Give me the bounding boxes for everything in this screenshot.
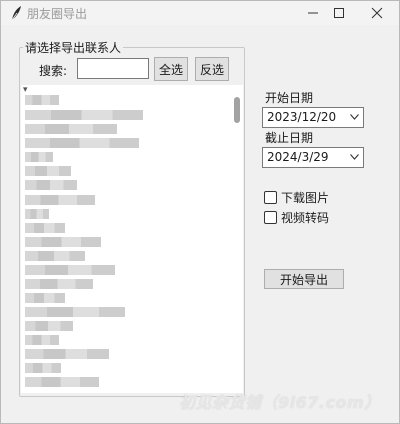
list-item[interactable] [25, 307, 125, 317]
list-item[interactable] [25, 223, 65, 233]
feather-icon [11, 6, 21, 21]
contact-list[interactable]: ▾ [21, 85, 243, 393]
end-date-select[interactable]: 2024/3/29 [262, 147, 364, 168]
download-images-label: 下载图片 [281, 190, 330, 205]
list-item[interactable] [25, 363, 61, 373]
close-icon [371, 7, 383, 19]
download-images-checkbox[interactable] [264, 190, 277, 204]
list-item[interactable] [25, 138, 139, 148]
chevron-down-icon [350, 114, 359, 120]
chevron-down-icon [350, 154, 359, 160]
list-item[interactable] [25, 251, 85, 261]
list-item[interactable] [25, 293, 65, 303]
list-item[interactable] [25, 180, 77, 190]
search-input[interactable] [77, 58, 149, 79]
end-date-value: 2024/3/29 [267, 150, 329, 164]
maximize-icon [334, 8, 344, 18]
title-bar[interactable]: 朋友圈导出 [1, 1, 399, 25]
search-label: 搜索: [39, 64, 68, 78]
video-transcode-checkbox[interactable] [264, 210, 277, 224]
scroll-thumb[interactable] [234, 97, 240, 123]
video-transcode-option[interactable]: 视频转码 [264, 209, 329, 225]
window-title: 朋友圈导出 [27, 7, 88, 21]
download-images-option[interactable]: 下载图片 [264, 189, 329, 205]
list-item[interactable] [25, 265, 115, 275]
start-date-value: 2023/12/20 [267, 110, 337, 124]
list-item[interactable] [25, 152, 53, 162]
list-item[interactable] [25, 321, 73, 331]
list-item[interactable] [25, 195, 95, 205]
list-item[interactable] [25, 335, 59, 345]
tree-expand-icon[interactable]: ▾ [23, 85, 28, 95]
list-item[interactable] [25, 377, 99, 387]
list-item[interactable] [25, 166, 71, 176]
start-export-button[interactable]: 开始导出 [264, 269, 344, 289]
list-item[interactable] [25, 279, 93, 289]
contact-list-scrollbar[interactable] [233, 89, 241, 391]
list-item[interactable] [25, 209, 49, 219]
start-date-label: 开始日期 [265, 91, 314, 105]
start-date-select[interactable]: 2023/12/20 [262, 107, 364, 128]
list-item[interactable] [25, 349, 109, 359]
video-transcode-label: 视频转码 [281, 210, 330, 225]
contacts-group-label: 请选择导出联系人 [23, 39, 124, 56]
invert-selection-button[interactable]: 反选 [195, 57, 229, 81]
end-date-label: 截止日期 [265, 131, 314, 145]
app-window: 朋友圈导出 请选择导出联系人 搜索: 全选 反选 ▾ 开始日期 2023/12/… [0, 0, 400, 424]
list-item[interactable] [25, 110, 143, 120]
list-item[interactable] [25, 124, 117, 134]
watermark: 初见杂货铺（9i67.com） [179, 393, 381, 412]
list-item[interactable] [25, 237, 101, 247]
close-button[interactable] [355, 1, 399, 25]
list-item[interactable] [25, 95, 59, 105]
select-all-button[interactable]: 全选 [154, 57, 188, 81]
